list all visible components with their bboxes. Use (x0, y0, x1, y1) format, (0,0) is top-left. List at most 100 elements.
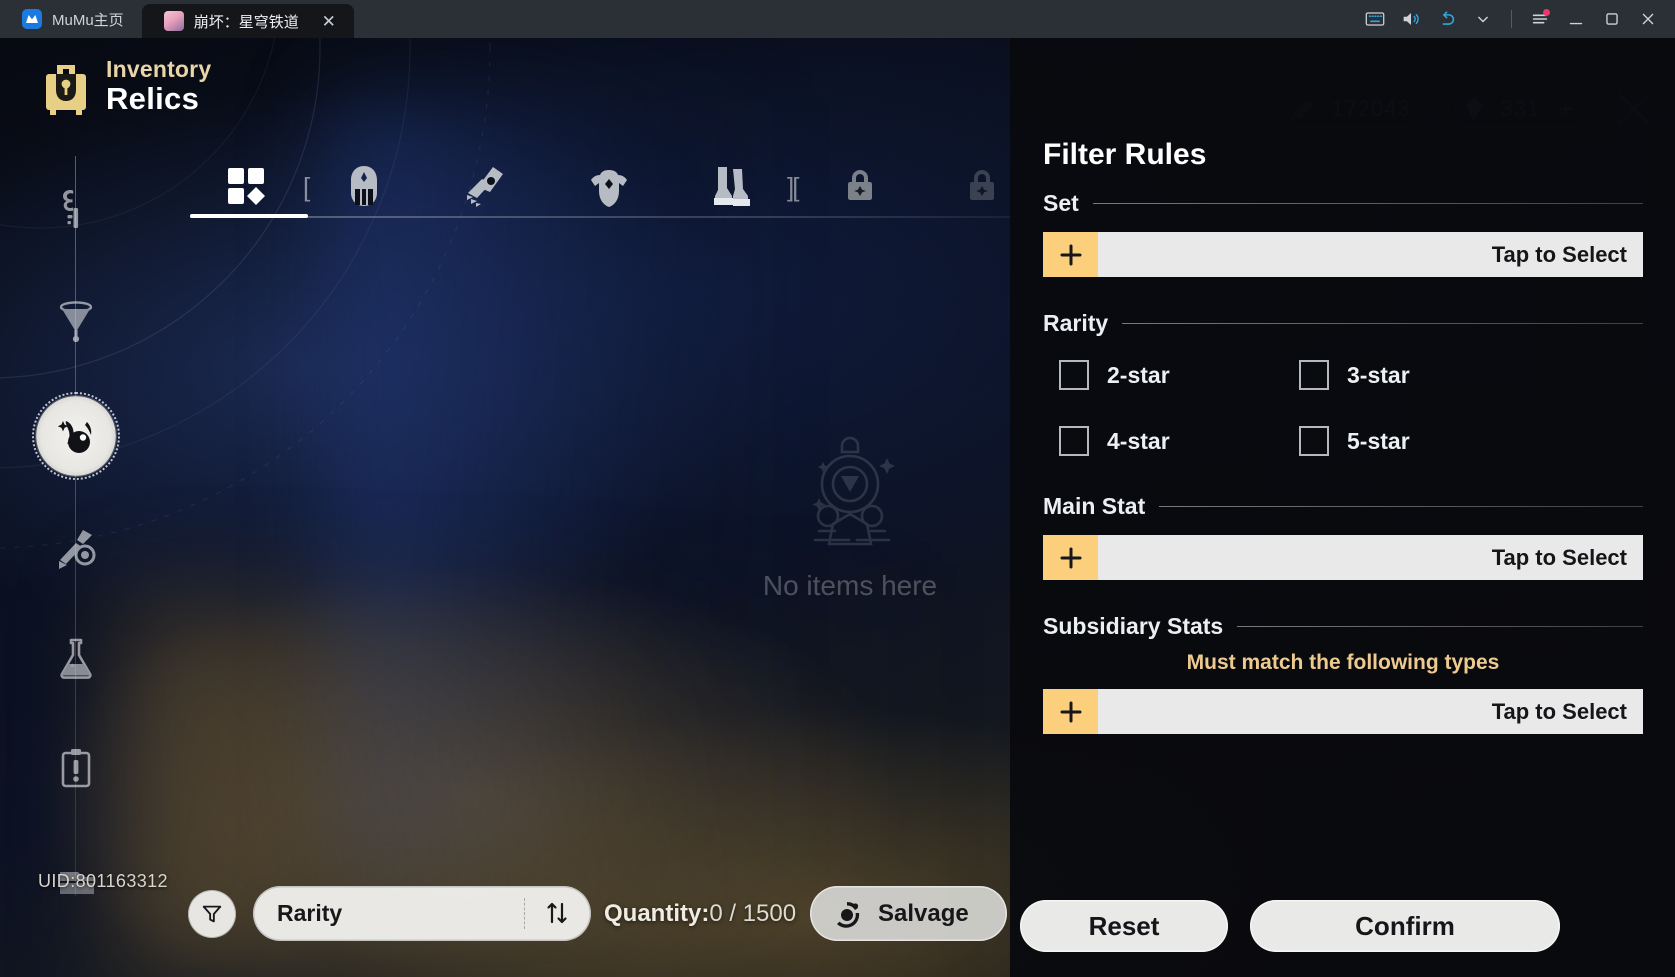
set-heading: Set (1043, 189, 1079, 216)
minimize-icon[interactable] (1559, 0, 1593, 38)
filter-panel-actions: Reset Confirm (1020, 900, 1560, 952)
tab-planar-sphere[interactable] (826, 158, 894, 214)
main-stat-heading: Main Stat (1043, 492, 1146, 519)
rarity-label: 2-star (1107, 361, 1170, 388)
sidebar-item-upgrade-materials[interactable] (36, 168, 116, 248)
filter-panel-title: Filter Rules (1043, 138, 1207, 171)
quantity-indicator: Quantity:0 / 1500 (604, 900, 796, 928)
relic-tab-strip: [][ (190, 158, 1040, 226)
page-title: Inventory (106, 56, 212, 82)
screen-root: MuMu主页 崩坏：星穹铁道 ✕ Inventory Relics UID:80… (0, 0, 1675, 977)
sort-divider (524, 898, 525, 929)
rarity-option-2-star[interactable]: 2-star (1059, 360, 1299, 390)
window-close-icon[interactable] (1631, 0, 1665, 38)
set-add-button[interactable] (1043, 232, 1098, 277)
inventory-header: Inventory Relics (40, 56, 211, 117)
sidebar-item-consumables[interactable] (36, 618, 116, 698)
section-rule-line (1092, 202, 1643, 204)
game-viewport: Inventory Relics UID:801163312 [][No i… (0, 38, 1675, 977)
gloves-icon (467, 167, 503, 207)
game-icon (163, 11, 184, 31)
checkbox[interactable] (1299, 426, 1329, 456)
set-section-header: Set (1043, 188, 1643, 218)
lock-icon (848, 170, 872, 200)
rarity-section-header: Rarity (1043, 308, 1643, 338)
maximize-icon[interactable] (1595, 0, 1629, 38)
tab-feet[interactable] (698, 158, 766, 214)
section-rule-line (1159, 505, 1643, 507)
left-rail (0, 38, 160, 977)
salvage-label: Salvage (878, 899, 969, 927)
mission-item-icon (61, 749, 91, 788)
subsidiary-stats-add-button[interactable] (1043, 689, 1098, 734)
tab-head[interactable] (330, 158, 398, 214)
light-cone-icon (59, 530, 96, 569)
main-stat-select-row[interactable]: Tap to Select (1043, 535, 1643, 580)
checkbox[interactable] (1059, 360, 1089, 390)
funnel-filter-icon (202, 905, 222, 923)
empty-box-icon (812, 436, 895, 546)
checkbox[interactable] (1059, 426, 1089, 456)
subsidiary-stats-note: Must match the following types (1186, 651, 1500, 674)
rarity-label: 3-star (1347, 361, 1410, 388)
sidebar-item-mission-items[interactable] (36, 728, 116, 808)
subsidiary-stats-select-row[interactable]: Tap to Select (1043, 689, 1643, 734)
plus-icon (1060, 244, 1081, 265)
main-stat-section-header: Main Stat (1043, 491, 1643, 521)
chest-armor-icon (591, 170, 627, 207)
set-select-row[interactable]: Tap to Select (1043, 232, 1643, 277)
tab-all-relics[interactable] (212, 158, 280, 214)
tab-close-icon[interactable]: ✕ (316, 8, 342, 34)
rarity-option-5-star[interactable]: 5-star (1299, 426, 1539, 456)
bottom-toolbar: Rarity Quantity:0 / 1500 Salvage (0, 876, 1010, 966)
subsidiary-stats-placeholder: Tap to Select (1491, 698, 1627, 724)
grid-icon (228, 168, 265, 205)
filter-section-main-stat: Main Stat Tap to Select (1043, 491, 1643, 580)
tab-link-rope[interactable] (948, 158, 1016, 214)
sidebar-item-relics[interactable] (32, 392, 120, 480)
helmet-icon (351, 166, 377, 206)
titlebar-home-tab[interactable]: MuMu主页 (0, 0, 142, 38)
undo-icon[interactable] (1430, 0, 1464, 38)
filter-rules-panel: Filter Rules Set Tap to Select Rarity 2-… (1010, 38, 1675, 977)
mumu-logo-icon (22, 9, 42, 29)
lock-icon (970, 170, 994, 200)
empty-state-label: No items here (762, 570, 938, 601)
backpack-icon (46, 65, 86, 115)
notification-dot (1543, 9, 1550, 16)
quantity-label: Quantity: (604, 900, 710, 927)
main-stat-add-button[interactable] (1043, 535, 1098, 580)
plus-icon (1060, 547, 1081, 568)
menu-icon[interactable] (1523, 0, 1557, 38)
chevron-down-icon[interactable] (1466, 0, 1500, 38)
subsidiary-stats-heading: Subsidiary Stats (1043, 612, 1224, 639)
titlebar-divider (1511, 10, 1512, 28)
rarity-option-4-star[interactable]: 4-star (1059, 426, 1299, 456)
filter-button[interactable] (188, 890, 236, 938)
main-stat-placeholder: Tap to Select (1491, 544, 1627, 570)
sidebar-item-synthesize[interactable] (36, 278, 116, 358)
titlebar-game-tab[interactable]: 崩坏：星穹铁道 ✕ (141, 4, 354, 38)
game-tab-label: 崩坏：星穹铁道 (193, 13, 299, 31)
filter-section-subsidiary-stats: Subsidiary Stats Must match the followin… (1043, 611, 1643, 734)
rarity-option-3-star[interactable]: 3-star (1299, 360, 1539, 390)
sort-arrows-icon[interactable] (543, 899, 571, 927)
tab-hands[interactable] (452, 158, 520, 214)
home-tab-label: MuMu主页 (52, 11, 124, 29)
page-subtitle: Relics (106, 81, 200, 116)
rarity-label: 5-star (1347, 427, 1410, 454)
volume-icon[interactable] (1394, 0, 1428, 38)
sort-dropdown[interactable]: Rarity (253, 886, 591, 941)
confirm-button[interactable]: Confirm (1250, 900, 1560, 952)
tab-group-separator-2: ][ (787, 172, 800, 202)
section-rule-line (1237, 625, 1643, 627)
sidebar-item-light-cones[interactable] (36, 508, 116, 588)
keyboard-icon[interactable] (1358, 0, 1392, 38)
filter-section-rarity: Rarity 2-star 3-star 4-star 5-star (1043, 308, 1643, 456)
rarity-options-grid: 2-star 3-star 4-star 5-star (1043, 360, 1643, 456)
checkbox[interactable] (1299, 360, 1329, 390)
salvage-button[interactable]: Salvage (810, 886, 1007, 941)
salvage-icon (837, 901, 860, 928)
reset-button[interactable]: Reset (1020, 900, 1228, 952)
tab-body[interactable] (575, 158, 643, 214)
